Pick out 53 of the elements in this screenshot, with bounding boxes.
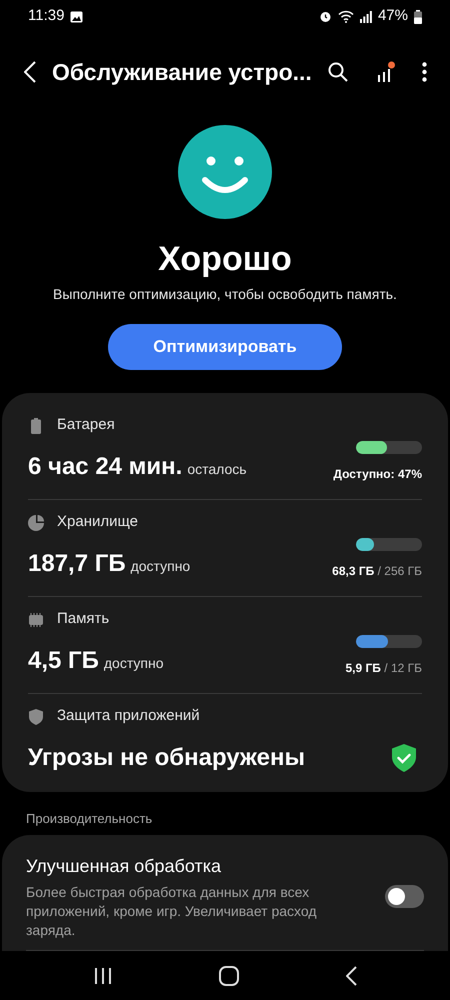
wifi-icon (338, 10, 354, 24)
alarm-icon (318, 10, 332, 24)
status-row[interactable]: Батарея 6 час 24 мин. осталось Доступно: 47% (28, 402, 422, 500)
back-icon (24, 61, 36, 84)
more-icon (422, 62, 427, 82)
recent-apps-icon (94, 966, 112, 985)
status-title: Хорошо (158, 238, 292, 280)
row-suffix: осталось (187, 460, 247, 479)
battery-icon (414, 10, 422, 24)
toggle-switch[interactable] (385, 885, 424, 908)
home-icon (218, 966, 238, 986)
search-button[interactable] (328, 60, 348, 84)
page-title: Обслуживание устро... (52, 58, 312, 88)
back-icon (346, 966, 356, 986)
row-label: Батарея (57, 415, 115, 436)
row-value: 6 час 24 мин. (28, 452, 182, 482)
optimize-button[interactable]: Оптимизировать (108, 324, 342, 370)
pie-chart-icon (28, 514, 44, 531)
level-reading: Доступно: 47% (333, 466, 422, 483)
signal-icon (360, 10, 372, 23)
smiley-icon (178, 124, 272, 219)
status-message: Выполните оптимизацию, чтобы освободить память. (53, 284, 397, 304)
battery-icon (31, 418, 41, 434)
row-value: 4,5 ГБ (28, 646, 99, 676)
section-header: Производительность (25, 810, 154, 828)
row-suffix: доступно (104, 654, 164, 673)
level-reading: 68,3 ГБ / 256 ГБ (332, 562, 422, 580)
status-row[interactable]: Память 4,5 ГБ доступно 5,9 ГБ / 12 ГБ (28, 596, 422, 694)
image-icon (70, 10, 84, 23)
battery-percent: 47% (378, 6, 408, 26)
stats-button[interactable] (376, 60, 396, 84)
level-reading: 5,9 ГБ / 12 ГБ (345, 660, 422, 677)
bar-chart-icon (376, 61, 396, 84)
home-button[interactable] (218, 966, 238, 986)
row-label: Хранилище (57, 512, 138, 532)
setting-description: Более быстрая обработка данных для всех приложений, кроме игр. Увеличивает расход заряда. (26, 883, 318, 940)
row-suffix: доступно (130, 556, 190, 576)
status-row[interactable]: Хранилище 187,7 ГБ доступно 68,3 ГБ / 256 ГБ (28, 500, 422, 597)
row-value: 187,7 ГБ (28, 548, 126, 579)
search-icon (328, 62, 348, 82)
row-label: Память (57, 609, 110, 630)
shield-check-icon (392, 744, 416, 772)
shield-icon (29, 708, 43, 725)
chip-icon (28, 612, 44, 627)
row-value: Угрозы не обнаружены (28, 742, 305, 773)
setting-title: Улучшенная обработка (26, 855, 222, 878)
more-button[interactable] (422, 61, 427, 84)
clock: 11:39 (28, 6, 64, 26)
back-button[interactable] (24, 61, 36, 84)
back-nav-button[interactable] (346, 966, 356, 986)
row-label: Защита приложений (57, 706, 200, 726)
recent-apps-button[interactable] (94, 966, 112, 985)
status-row[interactable]: Защита приложений Угрозы не обнаружены (28, 694, 422, 786)
